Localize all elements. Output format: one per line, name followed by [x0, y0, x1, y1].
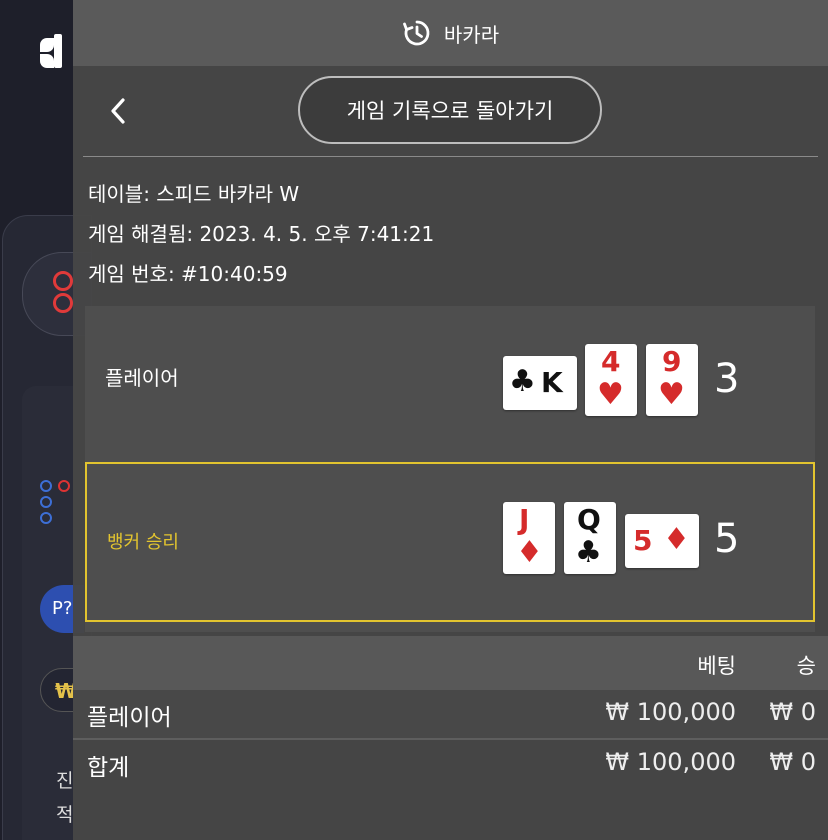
bets-table-header: 베팅 승	[73, 636, 828, 690]
banker-score: 5	[714, 516, 740, 562]
return-to-history-button[interactable]: 게임 기록으로 돌아가기	[298, 76, 602, 144]
bet-amount: ₩ 100,000	[605, 698, 736, 726]
card-rank: Q	[577, 503, 601, 536]
total-bet-amount: ₩ 100,000	[605, 748, 736, 776]
panel-title: 바카라	[443, 22, 500, 47]
card-rank: 9	[662, 345, 682, 378]
card-rank: 5	[633, 524, 653, 557]
playing-card-five-diamonds: 5 ♦	[625, 514, 699, 568]
card-suit: ♣	[509, 364, 536, 399]
column-header-win: 승	[796, 654, 816, 678]
player-label: 플레이어	[105, 366, 179, 390]
bets-row-total: 합계 ₩ 100,000 ₩ 0	[73, 738, 828, 786]
card-rank: 4	[601, 345, 621, 378]
bet-label: 플레이어	[87, 705, 172, 731]
bets-row-player: 플레이어 ₩ 100,000 ₩ 0	[73, 690, 828, 738]
chevron-left-icon	[111, 98, 125, 124]
brand-logo-icon	[40, 34, 70, 70]
card-suit: ♥	[658, 377, 685, 412]
card-suit: ♦	[663, 522, 690, 557]
playing-card-king-clubs: ♣ K	[503, 356, 577, 410]
total-label: 합계	[87, 755, 130, 781]
header-divider	[83, 156, 818, 157]
column-header-bet: 베팅	[697, 654, 736, 678]
card-rank: K	[541, 366, 563, 399]
player-score: 3	[714, 356, 740, 402]
history-icon	[402, 20, 430, 46]
bets-table: 베팅 승 플레이어 ₩ 100,000 ₩ 0 합계 ₩ 100,000 ₩ 0	[73, 636, 828, 840]
win-amount: ₩ 0	[769, 698, 816, 726]
game-result: 플레이어 ♣ K 4 ♥ 9 ♥ 3 뱅커 승리 J ♦ Q ♣ 5 ♦ 5	[85, 306, 815, 632]
card-rank: J	[519, 503, 530, 536]
playing-card-nine-hearts: 9 ♥	[646, 344, 698, 416]
back-button[interactable]	[101, 94, 135, 128]
card-suit: ♣	[575, 535, 602, 570]
banker-hand-row: 뱅커 승리 J ♦ Q ♣ 5 ♦ 5	[85, 462, 815, 622]
player-hand-row: 플레이어 ♣ K 4 ♥ 9 ♥ 3	[85, 306, 815, 462]
playing-card-queen-clubs: Q ♣	[564, 502, 616, 574]
panel-header: 바카라	[73, 0, 828, 66]
total-win-amount: ₩ 0	[769, 748, 816, 776]
table-name: 테이블: 스피드 바카라 W	[88, 182, 300, 206]
background-text-line2: 적	[56, 804, 74, 826]
game-resolved-time: 게임 해결됨: 2023. 4. 5. 오후 7:41:21	[88, 222, 435, 246]
game-number: 게임 번호: #10:40:59	[88, 262, 288, 286]
card-suit: ♦	[516, 535, 543, 570]
banker-win-label: 뱅커 승리	[107, 532, 179, 553]
game-history-panel: 바카라 게임 기록으로 돌아가기 테이블: 스피드 바카라 W 게임 해결됨: …	[73, 0, 828, 840]
background-text-line1: 진	[56, 770, 74, 792]
playing-card-jack-diamonds: J ♦	[503, 502, 555, 574]
card-suit: ♥	[597, 377, 624, 412]
playing-card-four-hearts: 4 ♥	[585, 344, 637, 416]
